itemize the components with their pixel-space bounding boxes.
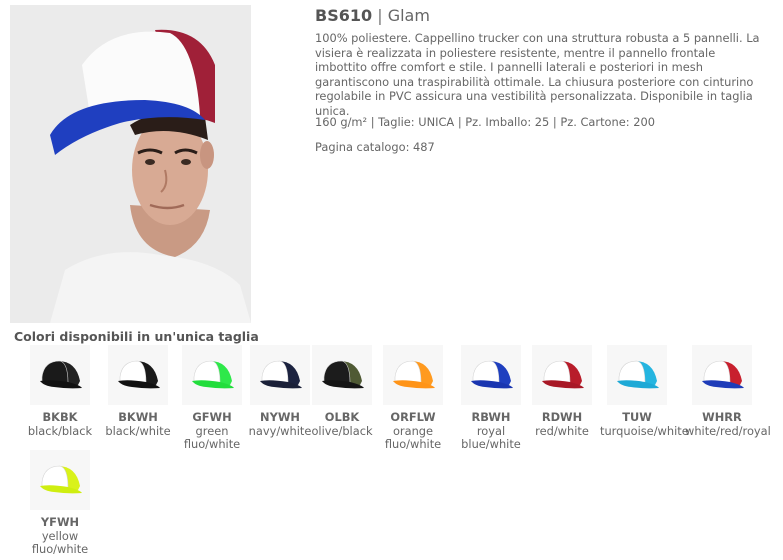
product-description: 100% poliestere. Cappellino trucker con …: [315, 31, 760, 118]
header-separator: |: [377, 6, 383, 25]
color-swatch-rdwh[interactable]: RDWH red/white: [525, 345, 599, 438]
color-code: ORFLW: [390, 410, 436, 424]
cap-thumbnail: [250, 345, 310, 405]
cap-icon: [617, 360, 659, 389]
model-wearing-cap-image: [10, 5, 251, 323]
color-swatch-whrr[interactable]: WHRR white/red/royal: [685, 345, 771, 438]
product-name: Glam: [387, 6, 430, 25]
color-swatch-rbwh[interactable]: RBWH royal blue/white: [454, 345, 528, 452]
cap-thumbnail: [312, 345, 372, 405]
product-header: BS610 | Glam: [315, 6, 430, 25]
product-code: BS610: [315, 6, 373, 25]
color-swatch-yfwh[interactable]: YFWH yellow fluo/white: [23, 450, 97, 557]
cap-thumbnail: [607, 345, 667, 405]
color-swatch-tuw[interactable]: TUW turquoise/white: [600, 345, 689, 438]
cap-icon: [260, 360, 302, 389]
color-code: RBWH: [471, 410, 511, 424]
color-name: royal blue/white: [461, 423, 521, 451]
cap-icon: [471, 360, 513, 389]
color-name: yellow fluo/white: [31, 528, 89, 556]
color-swatch-orflw[interactable]: ORFLW orange fluo/white: [376, 345, 450, 452]
color-swatch-bkwh[interactable]: BKWH black/white: [101, 345, 175, 438]
color-code: WHRR: [702, 410, 742, 424]
color-name: turquoise/white: [600, 423, 689, 438]
cap-icon: [322, 360, 364, 389]
cap-icon: [192, 360, 234, 389]
color-code: BKWH: [118, 410, 158, 424]
cap-icon: [40, 360, 82, 389]
color-code: YFWH: [40, 515, 80, 529]
product-specs: 160 g/m² | Taglie: UNICA | Pz. Imballo: …: [315, 115, 655, 129]
catalog-page: Pagina catalogo: 487: [315, 140, 435, 154]
cap-icon: [393, 360, 435, 389]
color-code: OLBK: [324, 410, 360, 424]
cap-thumbnail: [461, 345, 521, 405]
cap-icon: [542, 360, 584, 389]
color-swatch-bkbk[interactable]: BKBK black/black: [23, 345, 97, 438]
cap-thumbnail: [108, 345, 168, 405]
color-swatch-olbk[interactable]: OLBK olive/black: [305, 345, 379, 438]
cap-thumbnail: [182, 345, 242, 405]
cap-thumbnail: [692, 345, 752, 405]
color-name: black/black: [27, 423, 93, 438]
color-name: black/white: [105, 423, 171, 438]
color-name: olive/black: [311, 423, 373, 438]
cap-thumbnail: [30, 345, 90, 405]
color-name: orange fluo/white: [384, 423, 442, 451]
color-code: RDWH: [541, 410, 583, 424]
cap-icon: [702, 360, 744, 389]
cap-thumbnail: [383, 345, 443, 405]
color-name: white/red/royal: [685, 423, 771, 438]
cap-icon: [118, 360, 160, 389]
product-photo: [10, 5, 251, 323]
color-swatch-gfwh[interactable]: GFWH green fluo/white: [175, 345, 249, 452]
color-code: TUW: [622, 410, 652, 424]
color-name: red/white: [535, 423, 589, 438]
cap-thumbnail: [30, 450, 90, 510]
color-name: green fluo/white: [183, 423, 241, 451]
cap-icon: [40, 465, 82, 494]
color-code: GFWH: [192, 410, 232, 424]
cap-thumbnail: [532, 345, 592, 405]
colors-section-title: Colori disponibili in un'unica taglia: [14, 329, 259, 344]
color-code: BKBK: [42, 410, 78, 424]
